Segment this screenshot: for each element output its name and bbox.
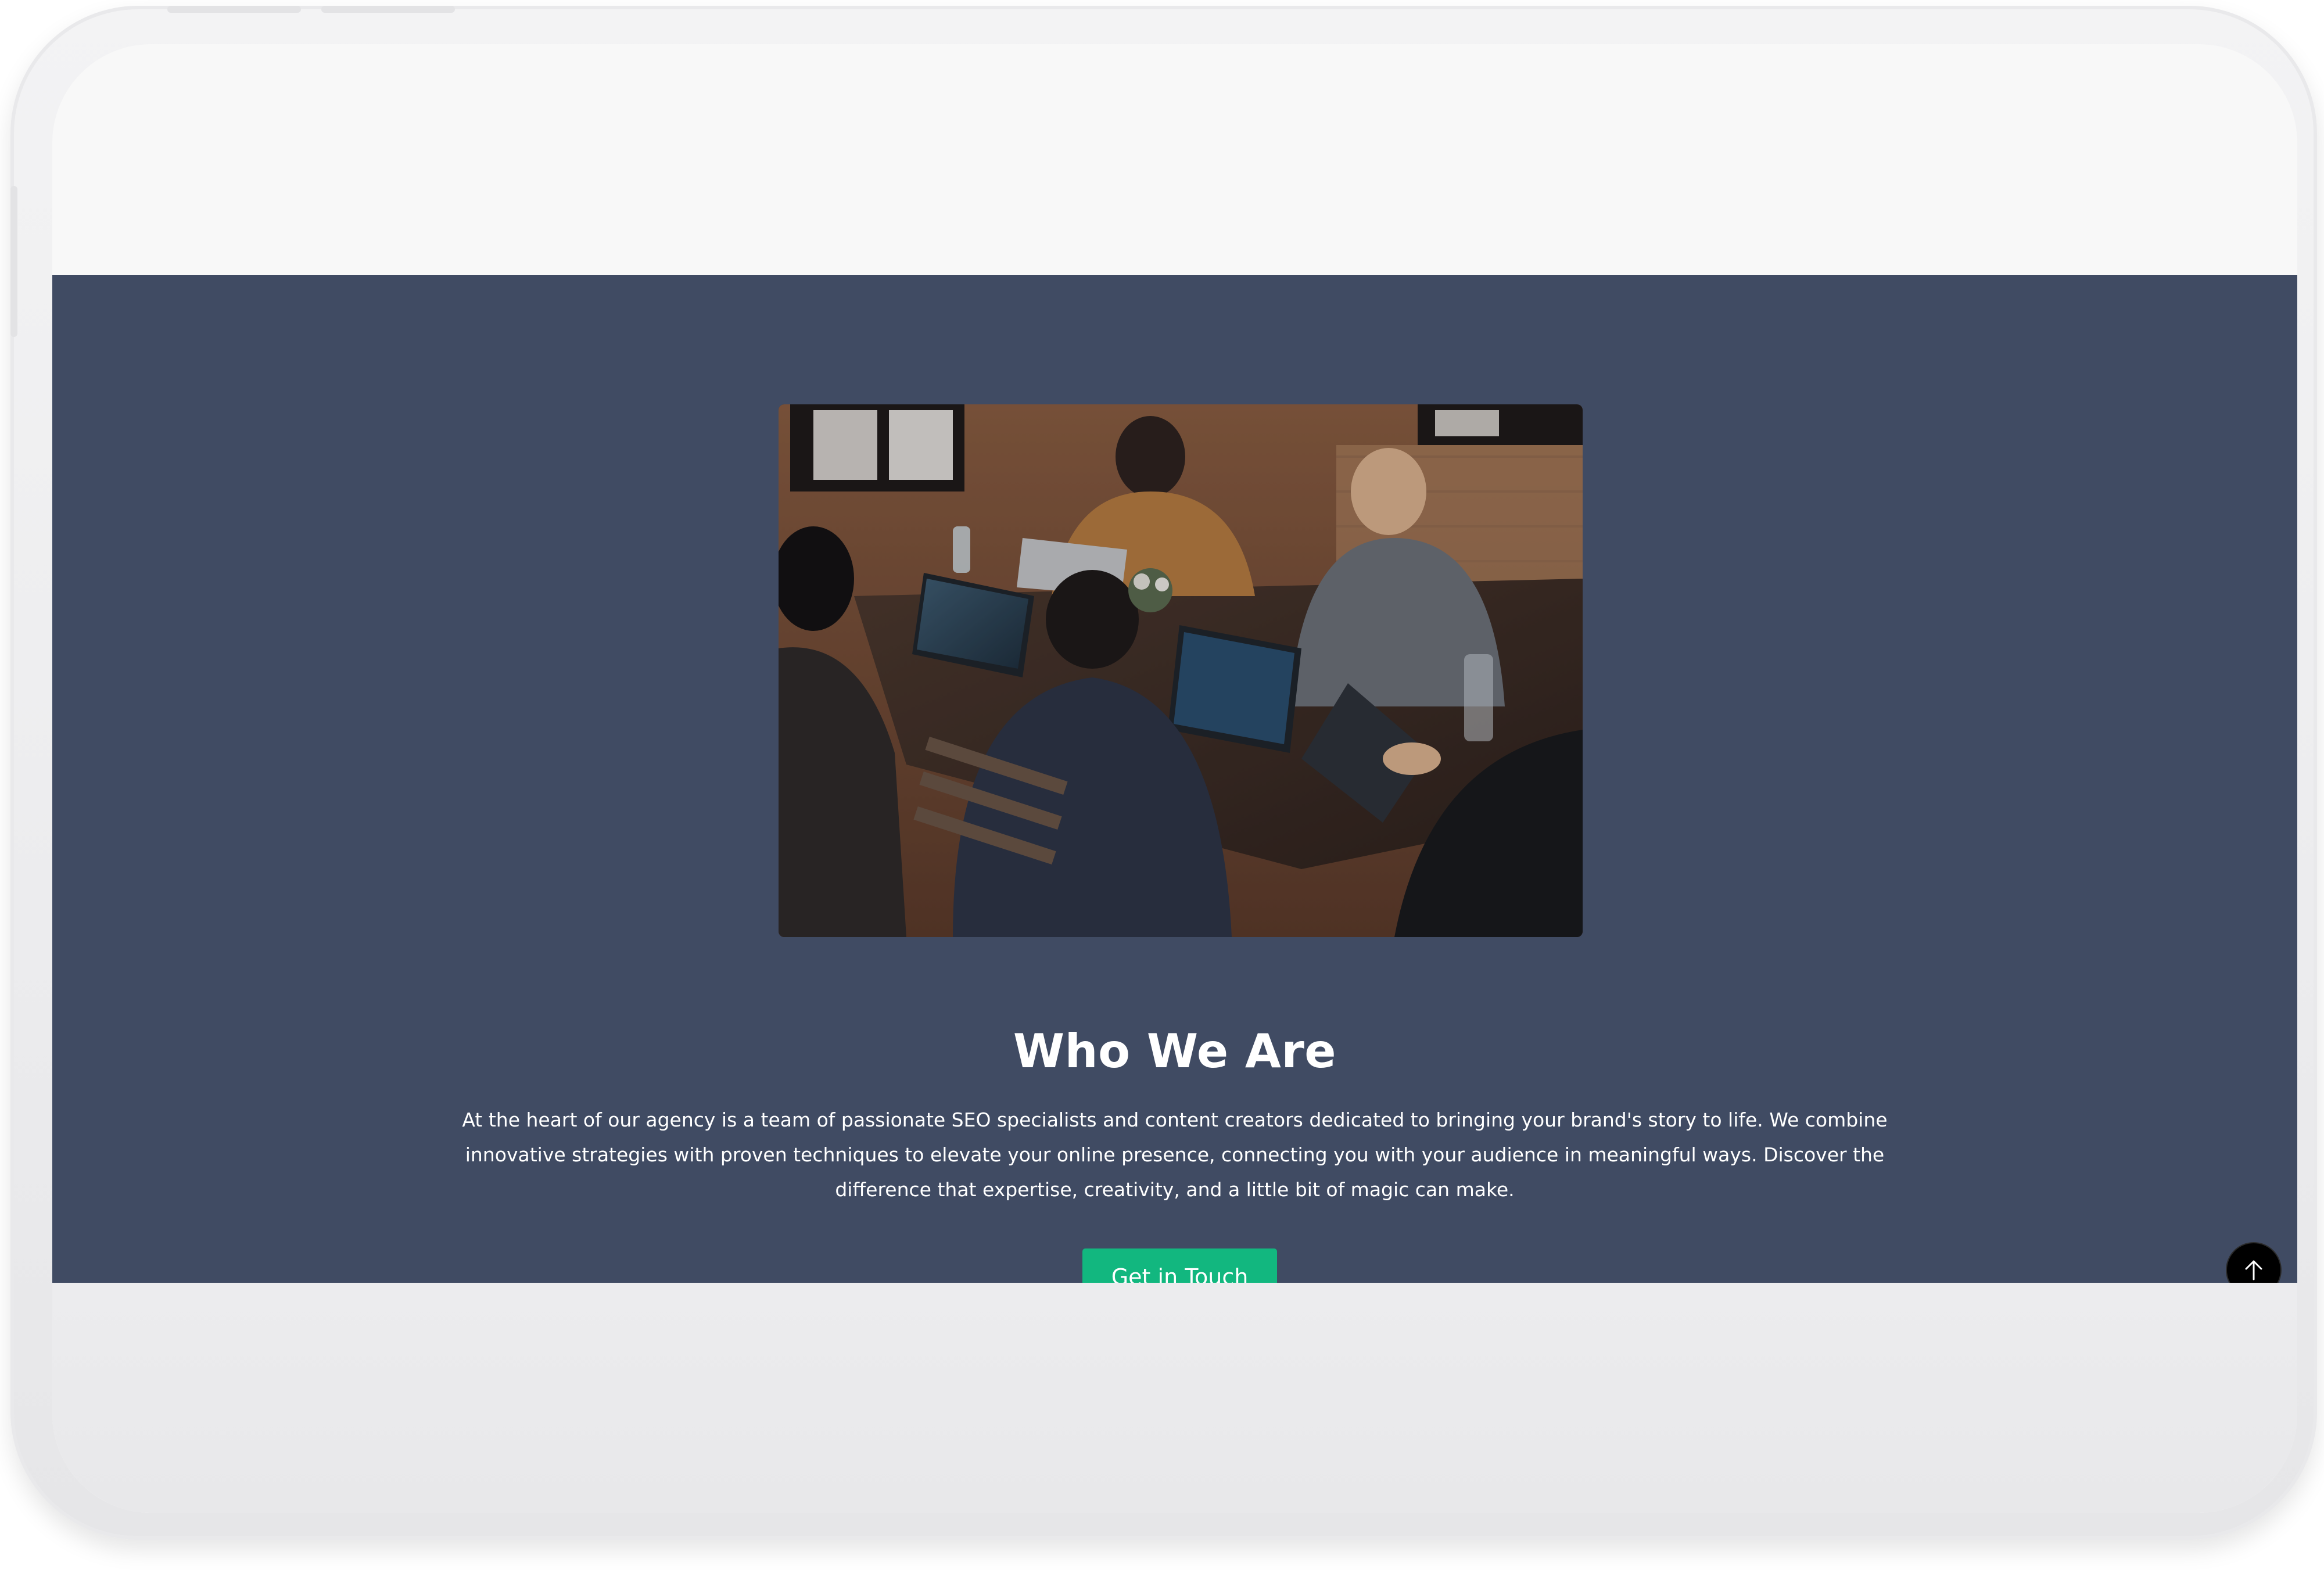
device-volume-button [321, 6, 455, 13]
device-volume-button [167, 6, 301, 13]
team-photo-illustration [779, 404, 1583, 937]
tablet-device-frame: Who We Are At the heart of our agency is… [10, 6, 2317, 1540]
tablet-screen: Who We Are At the heart of our agency is… [52, 44, 2297, 1513]
page-footer-area [52, 1283, 2297, 1513]
arrow-up-icon [2245, 1260, 2262, 1280]
device-power-button [10, 186, 17, 337]
team-photo [779, 404, 1583, 937]
screenshot-canvas: Who We Are At the heart of our agency is… [0, 0, 2324, 1575]
section-title: Who We Are [1013, 1024, 1337, 1078]
section-description: At the heart of our agency is a team of … [462, 1108, 1888, 1201]
about-section: Who We Are At the heart of our agency is… [52, 275, 2297, 1305]
